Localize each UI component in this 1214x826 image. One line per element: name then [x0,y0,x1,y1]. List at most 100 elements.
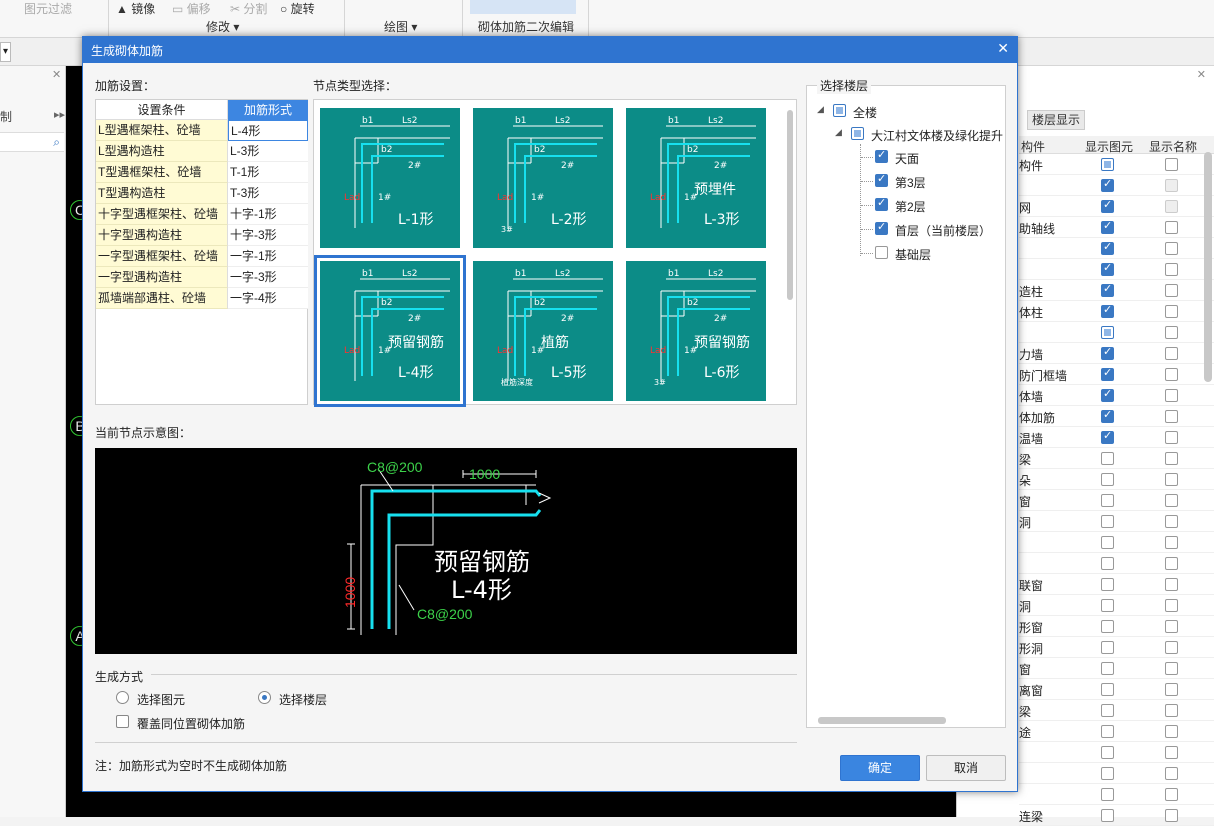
show-element-checkbox[interactable] [1101,494,1114,507]
settings-row[interactable]: 一字型遇构造柱 一字-3形 [96,267,308,288]
settings-form-cell[interactable]: 一字-4形 [228,288,308,309]
show-name-checkbox[interactable] [1165,536,1178,549]
show-name-checkbox[interactable] [1165,242,1178,255]
tab-floor-display[interactable]: 楼层显示 [1027,110,1085,130]
scrollbar[interactable] [818,717,946,724]
show-name-checkbox[interactable] [1165,389,1178,402]
show-name-checkbox[interactable] [1165,704,1178,717]
tree-node-all[interactable]: ◢ 全楼 [817,102,1003,120]
ribbon-group-masonry-edit[interactable]: 砌体加筋二次编辑 [478,18,574,35]
show-element-checkbox[interactable] [1101,345,1114,360]
settings-form-cell[interactable]: T-3形 [228,183,308,204]
show-element-checkbox[interactable] [1101,240,1114,255]
settings-row[interactable]: 十字型遇构造柱 十字-3形 [96,225,308,246]
tree-node-floor[interactable]: 第2层 [875,196,1003,214]
scrollbar[interactable] [787,110,793,300]
left-search[interactable]: ⌕ [0,132,64,152]
show-name-checkbox[interactable] [1165,767,1178,780]
show-name-checkbox[interactable] [1165,263,1178,276]
tree-node-building-checkbox[interactable] [851,127,864,140]
show-element-checkbox[interactable] [1101,177,1114,192]
show-element-checkbox[interactable] [1101,198,1114,213]
close-icon[interactable]: ✕ [52,68,61,81]
settings-form-cell[interactable]: 十字-3形 [228,225,308,246]
layer-combo[interactable]: ▾ [0,42,11,62]
settings-row[interactable]: 孤墙端部遇柱、砼墙 一字-4形 [96,288,308,309]
show-name-checkbox[interactable] [1165,662,1178,675]
show-element-checkbox[interactable] [1101,473,1114,486]
show-name-checkbox[interactable] [1165,326,1178,339]
tree-node-building[interactable]: ◢ 大江村文体楼及绿化提升 [835,125,1003,143]
show-element-checkbox[interactable] [1101,578,1114,591]
show-element-checkbox[interactable] [1101,809,1114,822]
node-thumb-L-3形[interactable]: b1 Ls2 b2 Lad 2# 1# 预埋件 L-3形 [626,108,766,248]
show-element-checkbox[interactable] [1101,662,1114,675]
show-element-checkbox[interactable] [1101,767,1114,780]
tree-node-floor-checkbox[interactable] [875,246,888,259]
ribbon-offset[interactable]: ▭ 偏移 [172,0,211,17]
show-element-checkbox[interactable] [1101,704,1114,717]
ribbon-group-modify[interactable]: 修改 ▾ [206,18,239,35]
show-name-checkbox[interactable] [1165,221,1178,234]
collapse-icon[interactable]: ◢ [835,127,842,138]
tree-node-floor[interactable]: 天面 [875,148,1003,166]
show-name-checkbox[interactable] [1165,620,1178,633]
show-name-checkbox[interactable] [1165,452,1178,465]
show-element-checkbox[interactable] [1101,261,1114,276]
show-name-checkbox[interactable] [1165,158,1178,171]
show-name-checkbox[interactable] [1165,515,1178,528]
node-thumb-L-2形[interactable]: b1 Ls2 b2 Lad 2# 1# 3# L-2形 [473,108,613,248]
show-name-checkbox[interactable] [1165,809,1178,822]
ribbon-mirror[interactable]: ▲ 镜像 [116,0,155,17]
ok-button[interactable]: 确定 [840,755,920,781]
tree-node-floor-checkbox[interactable] [875,220,888,235]
tree-node-floor-checkbox[interactable] [875,196,888,211]
show-element-checkbox[interactable] [1101,219,1114,234]
show-name-checkbox[interactable] [1165,557,1178,570]
show-name-checkbox[interactable] [1165,641,1178,654]
overwrite-checkbox[interactable] [116,715,129,728]
show-name-checkbox[interactable] [1165,725,1178,738]
show-element-checkbox[interactable] [1101,452,1114,465]
show-element-checkbox[interactable] [1101,788,1114,801]
show-name-checkbox[interactable] [1165,305,1178,318]
show-element-checkbox[interactable] [1101,746,1114,759]
show-element-checkbox[interactable] [1101,620,1114,633]
close-icon[interactable]: ✕ [997,40,1009,57]
settings-row[interactable]: 十字型遇框架柱、砼墙 十字-1形 [96,204,308,225]
settings-row[interactable]: T型遇构造柱 T-3形 [96,183,308,204]
ribbon-group-draw[interactable]: 绘图 ▾ [384,18,417,35]
tree-node-floor-checkbox[interactable] [875,172,888,187]
show-name-checkbox[interactable] [1165,179,1178,192]
cancel-button[interactable]: 取消 [926,755,1006,781]
show-name-checkbox[interactable] [1165,599,1178,612]
show-element-checkbox[interactable] [1101,326,1114,339]
ribbon-filter[interactable]: 图元过滤 [24,0,72,17]
show-element-checkbox[interactable] [1101,429,1114,444]
show-element-checkbox[interactable] [1101,282,1114,297]
show-element-checkbox[interactable] [1101,408,1114,423]
show-name-checkbox[interactable] [1165,746,1178,759]
node-thumb-L-4形[interactable]: b1 Ls2 b2 Lad 2# 1# 预留钢筋 L-4形 [314,255,466,407]
show-name-checkbox[interactable] [1165,494,1178,507]
settings-row[interactable]: T型遇框架柱、砼墙 T-1形 [96,162,308,183]
settings-row[interactable]: L型遇构造柱 L-3形 [96,141,308,162]
radio-select-element[interactable] [116,691,129,704]
show-element-checkbox[interactable] [1101,158,1114,171]
settings-row[interactable]: 一字型遇框架柱、砼墙 一字-1形 [96,246,308,267]
ribbon-rotate[interactable]: ○ 旋转 [280,0,315,17]
settings-row[interactable]: L型遇框架柱、砼墙 L-4形 [96,120,308,141]
show-name-checkbox[interactable] [1165,788,1178,801]
node-thumb-L-1形[interactable]: b1 Ls2 b2 Lad 2# 1# L-1形 [320,108,460,248]
show-name-checkbox[interactable] [1165,410,1178,423]
show-element-checkbox[interactable] [1101,725,1114,738]
search-icon[interactable]: ⌕ [53,135,60,150]
show-name-checkbox[interactable] [1165,473,1178,486]
dialog-titlebar[interactable]: 生成砌体加筋 ✕ [83,37,1017,63]
tree-node-all-checkbox[interactable] [833,104,846,117]
settings-form-cell[interactable]: L-3形 [228,141,308,162]
ribbon-split[interactable]: ✂ 分割 [230,0,267,17]
tree-node-floor[interactable]: 第3层 [875,172,1003,190]
show-name-checkbox[interactable] [1165,368,1178,381]
show-element-checkbox[interactable] [1101,366,1114,381]
